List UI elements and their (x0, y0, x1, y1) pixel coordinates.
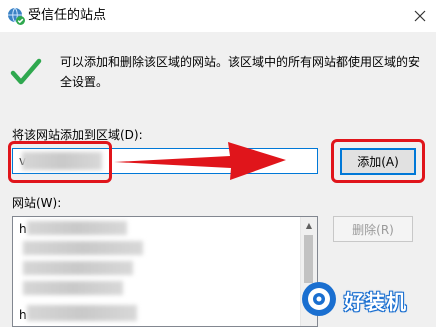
sites-label: 网站(W): (12, 196, 62, 210)
scroll-thumb[interactable] (304, 235, 313, 283)
window-title: 受信任的站点 (28, 8, 107, 23)
remove-button[interactable]: 删除(R) (333, 216, 413, 242)
redacted-site (23, 281, 123, 295)
list-item[interactable]: h (19, 221, 27, 237)
redacted-site (27, 221, 127, 235)
redacted-site (23, 261, 133, 275)
list-item[interactable]: h (19, 307, 27, 323)
highlight-input-box (8, 141, 112, 183)
green-check-icon (10, 56, 42, 88)
add-button[interactable]: 添加(A) (340, 148, 416, 175)
title-bar: 受信任的站点 (0, 0, 436, 32)
watermark-text: 好装机 (344, 290, 407, 314)
close-icon (414, 10, 426, 22)
redacted-site (23, 241, 143, 255)
redacted-site (27, 305, 137, 321)
scroll-up-icon[interactable]: ▲ (301, 217, 317, 233)
red-arrow-annotation (114, 142, 286, 180)
watermark-logo-icon (300, 280, 338, 318)
sites-list[interactable]: h h ▲ (12, 216, 318, 327)
info-text: 可以添加和删除该区域的网站。该区域中的所有网站都使用区域的安全设置。 (60, 55, 421, 89)
globe-check-icon (6, 6, 26, 26)
close-button[interactable] (404, 0, 436, 32)
